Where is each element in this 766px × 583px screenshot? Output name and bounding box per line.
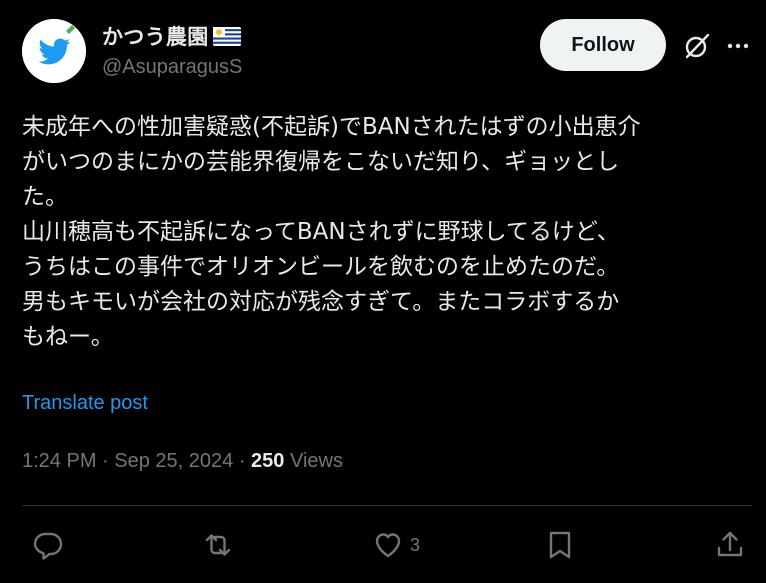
post-text: 未成年への性加害疑惑(不起訴)でBANされたはずの小出恵介 がいつのまにかの芸能… bbox=[22, 114, 641, 350]
like-button[interactable]: 3 bbox=[372, 528, 420, 562]
reply-icon bbox=[33, 532, 63, 560]
author-display-name[interactable]: かつう農園 bbox=[102, 21, 209, 51]
meta-separator: · bbox=[233, 450, 252, 472]
post-meta: 1:24 PM · Sep 25, 2024 · 250 Views bbox=[22, 450, 343, 473]
meta-separator: · bbox=[96, 450, 115, 472]
avatar[interactable] bbox=[22, 19, 86, 83]
views-label: Views bbox=[284, 450, 343, 472]
follow-button[interactable]: Follow bbox=[540, 19, 666, 71]
repost-button[interactable] bbox=[202, 528, 234, 562]
more-dots-icon[interactable] bbox=[724, 32, 752, 60]
repost-icon bbox=[205, 534, 231, 556]
post-date[interactable]: Sep 25, 2024 bbox=[114, 450, 233, 472]
bird-avatar-icon bbox=[22, 19, 86, 83]
share-icon bbox=[717, 531, 743, 557]
heart-icon bbox=[375, 533, 401, 558]
slashed-circle-icon[interactable] bbox=[682, 31, 712, 61]
reply-button[interactable] bbox=[32, 528, 64, 562]
share-button[interactable] bbox=[714, 528, 746, 562]
bookmark-button[interactable] bbox=[544, 528, 576, 562]
divider bbox=[22, 505, 752, 506]
author-name-row: かつう農園 bbox=[102, 22, 241, 50]
uruguay-flag-icon bbox=[212, 26, 241, 46]
views-count: 250 bbox=[251, 450, 285, 472]
bookmark-icon bbox=[549, 531, 571, 559]
translate-post-link[interactable]: Translate post bbox=[22, 392, 148, 415]
author-handle[interactable]: @AsuparagusS bbox=[102, 56, 242, 79]
post-time[interactable]: 1:24 PM bbox=[22, 450, 96, 472]
like-count: 3 bbox=[410, 534, 421, 555]
